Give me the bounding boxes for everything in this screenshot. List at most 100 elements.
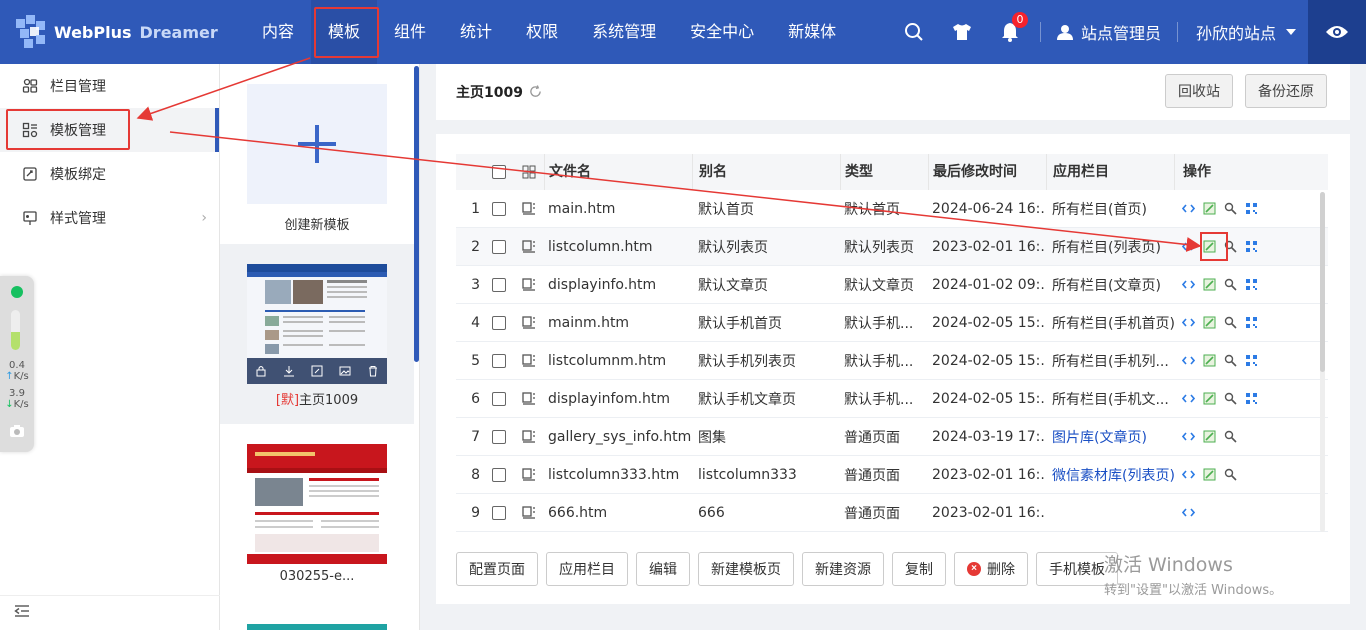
user-menu[interactable]: 站点管理员	[1047, 20, 1171, 44]
copy-button[interactable]: 复制	[892, 552, 946, 586]
header-type[interactable]: 类型	[840, 154, 928, 190]
tshirt-icon[interactable]	[938, 0, 986, 64]
panel-scrollbar[interactable]	[414, 66, 419, 362]
template-thumbnail[interactable]	[247, 444, 387, 564]
sidebar-item-template-manage[interactable]: 模板管理	[0, 108, 219, 152]
file-name[interactable]: listcolumn333.htm	[544, 467, 692, 483]
file-name[interactable]: mainm.htm	[544, 315, 692, 331]
code-icon[interactable]	[1182, 354, 1195, 367]
qrcode-icon[interactable]	[1245, 278, 1258, 291]
search-icon[interactable]	[1224, 354, 1237, 367]
edit-icon[interactable]	[1203, 392, 1216, 405]
nav-item[interactable]: 模板	[311, 0, 378, 64]
new-template-page-button[interactable]: 新建模板页	[698, 552, 794, 586]
collapse-menu-icon[interactable]	[14, 604, 32, 622]
nav-item[interactable]: 内容	[245, 0, 311, 64]
template-thumbnail[interactable]	[247, 624, 387, 630]
edit-button[interactable]: 编辑	[636, 552, 690, 586]
search-icon[interactable]	[1224, 468, 1237, 481]
config-page-button[interactable]: 配置页面	[456, 552, 538, 586]
sidebar-item-template-bind[interactable]: 模板绑定	[0, 152, 219, 196]
header-file[interactable]: 文件名	[544, 154, 692, 190]
search-icon[interactable]	[1224, 202, 1237, 215]
edit-icon[interactable]	[311, 365, 323, 377]
qrcode-icon[interactable]	[1245, 316, 1258, 329]
edit-icon[interactable]	[1203, 316, 1216, 329]
table-row[interactable]: 8 listcolumn333.htm listcolumn333 普通页面 2023-…	[456, 456, 1328, 494]
new-resource-button[interactable]: 新建资源	[802, 552, 884, 586]
edit-icon[interactable]	[1203, 278, 1216, 291]
search-icon[interactable]	[1224, 278, 1237, 291]
edit-icon[interactable]	[1203, 240, 1216, 253]
trash-icon[interactable]	[367, 365, 379, 377]
search-icon[interactable]	[890, 0, 938, 64]
table-row[interactable]: 9 666.htm 666 普通页面 2023-02-01 16:...	[456, 494, 1328, 532]
nav-item[interactable]: 安全中心	[673, 0, 771, 64]
header-time[interactable]: 最后修改时间	[928, 154, 1046, 190]
applied-column[interactable]: 微信素材库(列表页)	[1046, 465, 1174, 485]
file-name[interactable]: displayinfo.htm	[544, 277, 692, 293]
qrcode-icon[interactable]	[1245, 240, 1258, 253]
network-speed-widget[interactable]: 0.4 ↑K/s 3.9 ↓K/s	[0, 276, 34, 452]
file-name[interactable]: displayinfom.htm	[544, 391, 692, 407]
template-thumbnail[interactable]	[247, 264, 387, 384]
edit-icon[interactable]	[1203, 354, 1216, 367]
row-checkbox[interactable]	[484, 239, 514, 254]
qrcode-icon[interactable]	[1245, 392, 1258, 405]
qrcode-icon[interactable]	[1245, 354, 1258, 367]
row-checkbox[interactable]	[484, 391, 514, 406]
table-row[interactable]: 2 listcolumn.htm 默认列表页 默认列表页 2023-02-01 16:.…	[456, 228, 1328, 266]
search-icon[interactable]	[1224, 240, 1237, 253]
table-row[interactable]: 6 displayinfom.htm 默认手机文章页 默认手机... 2024-02-0…	[456, 380, 1328, 418]
sidebar-item-style-manage[interactable]: 样式管理 ›	[0, 196, 219, 240]
table-scrollbar[interactable]	[1320, 192, 1325, 532]
table-row[interactable]: 1 main.htm 默认首页 默认首页 2024-06-24 16:... 所有栏目(首…	[456, 190, 1328, 228]
backup-restore-button[interactable]: 备份还原	[1245, 74, 1327, 108]
edit-icon[interactable]	[1203, 468, 1216, 481]
camera-icon[interactable]	[9, 424, 25, 438]
refresh-icon[interactable]	[529, 85, 543, 99]
nav-item[interactable]: 新媒体	[771, 0, 853, 64]
search-icon[interactable]	[1224, 392, 1237, 405]
row-checkbox[interactable]	[484, 201, 514, 216]
bell-icon[interactable]: 0	[986, 0, 1034, 64]
nav-item[interactable]: 组件	[377, 0, 443, 64]
file-name[interactable]: listcolumnm.htm	[544, 353, 692, 369]
row-checkbox[interactable]	[484, 315, 514, 330]
apply-column-button[interactable]: 应用栏目	[546, 552, 628, 586]
delete-button[interactable]: × 删除	[954, 552, 1028, 586]
file-name[interactable]: listcolumn.htm	[544, 239, 692, 255]
download-icon[interactable]	[283, 365, 295, 377]
site-selector[interactable]: 孙欣的站点	[1184, 20, 1308, 44]
search-icon[interactable]	[1224, 430, 1237, 443]
image-icon[interactable]	[339, 365, 351, 377]
nav-item[interactable]: 权限	[509, 0, 575, 64]
row-checkbox[interactable]	[484, 277, 514, 292]
table-row[interactable]: 3 displayinfo.htm 默认文章页 默认文章页 2024-01-02 09:…	[456, 266, 1328, 304]
header-alias[interactable]: 别名	[692, 154, 840, 190]
search-icon[interactable]	[1224, 316, 1237, 329]
file-name[interactable]: main.htm	[544, 201, 692, 217]
applied-column[interactable]: 图片库(文章页)	[1046, 427, 1174, 447]
row-checkbox[interactable]	[484, 467, 514, 482]
code-icon[interactable]	[1182, 240, 1195, 253]
table-row[interactable]: 5 listcolumnm.htm 默认手机列表页 默认手机... 2024-02-05…	[456, 342, 1328, 380]
code-icon[interactable]	[1182, 202, 1195, 215]
table-row[interactable]: 7 gallery_sys_info.htm 图集 普通页面 2024-03-19 17…	[456, 418, 1328, 456]
recycle-bin-button[interactable]: 回收站	[1165, 74, 1233, 108]
code-icon[interactable]	[1182, 430, 1195, 443]
qrcode-icon[interactable]	[1245, 202, 1258, 215]
edit-icon[interactable]	[1203, 202, 1216, 215]
select-all-checkbox[interactable]	[484, 165, 514, 179]
file-name[interactable]: 666.htm	[544, 505, 692, 521]
code-icon[interactable]	[1182, 392, 1195, 405]
code-icon[interactable]	[1182, 316, 1195, 329]
create-template-button[interactable]	[247, 84, 387, 204]
code-icon[interactable]	[1182, 506, 1195, 519]
code-icon[interactable]	[1182, 278, 1195, 291]
logo[interactable]: WebPlus Dreamer	[0, 15, 245, 49]
header-column[interactable]: 应用栏目	[1046, 154, 1174, 190]
edit-icon[interactable]	[1203, 430, 1216, 443]
table-row[interactable]: 4 mainm.htm 默认手机首页 默认手机... 2024-02-05 15:...…	[456, 304, 1328, 342]
nav-item[interactable]: 系统管理	[575, 0, 673, 64]
